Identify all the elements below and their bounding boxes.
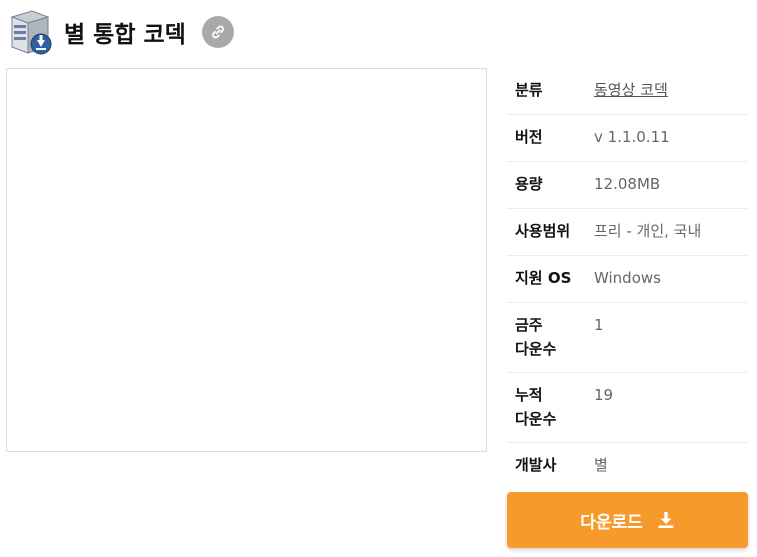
info-row-total-downloads: 누적 다운수 19: [507, 373, 748, 443]
link-icon: [211, 25, 224, 39]
info-row-weekly-downloads: 금주 다운수 1: [507, 303, 748, 373]
info-label: 분류: [515, 81, 543, 99]
info-label: 개발사: [515, 456, 557, 474]
info-value: Windows: [594, 269, 661, 287]
info-label: 지원 OS: [515, 269, 572, 287]
info-value: 별: [594, 456, 608, 474]
category-link[interactable]: 동영상 코덱: [594, 78, 748, 103]
info-table: 분류 동영상 코덱 버전 v 1.1.0.11 용량 12.08MB 사용범위 …: [507, 68, 748, 490]
info-row-category: 분류 동영상 코덱: [507, 68, 748, 115]
info-row-os: 지원 OS Windows: [507, 256, 748, 303]
info-row-developer: 개발사 별: [507, 443, 748, 490]
page-header: 별 통합 코덱: [8, 6, 234, 58]
info-label: 사용범위: [515, 222, 571, 240]
info-value: 1: [594, 316, 604, 334]
info-label: 버전: [515, 128, 543, 146]
info-label: 용량: [515, 175, 543, 193]
copy-link-button[interactable]: [201, 16, 234, 48]
download-button[interactable]: 다운로드: [507, 492, 748, 548]
download-button-label: 다운로드: [580, 512, 643, 533]
info-row-version: 버전 v 1.1.0.11: [507, 115, 748, 162]
info-label: 누적 다운수: [515, 386, 557, 428]
info-row-license: 사용범위 프리 - 개인, 국내: [507, 209, 748, 256]
info-value: 프리 - 개인, 국내: [594, 222, 702, 240]
screenshot-preview: [6, 68, 487, 452]
info-value: 19: [594, 386, 614, 404]
download-icon: [657, 511, 675, 529]
info-value: 12.08MB: [594, 175, 661, 193]
page-title: 별 통합 코덱: [64, 22, 186, 48]
info-label: 금주 다운수: [515, 316, 557, 358]
info-value: v 1.1.0.11: [594, 128, 670, 146]
info-row-size: 용량 12.08MB: [507, 162, 748, 209]
software-box-icon: [10, 10, 52, 55]
